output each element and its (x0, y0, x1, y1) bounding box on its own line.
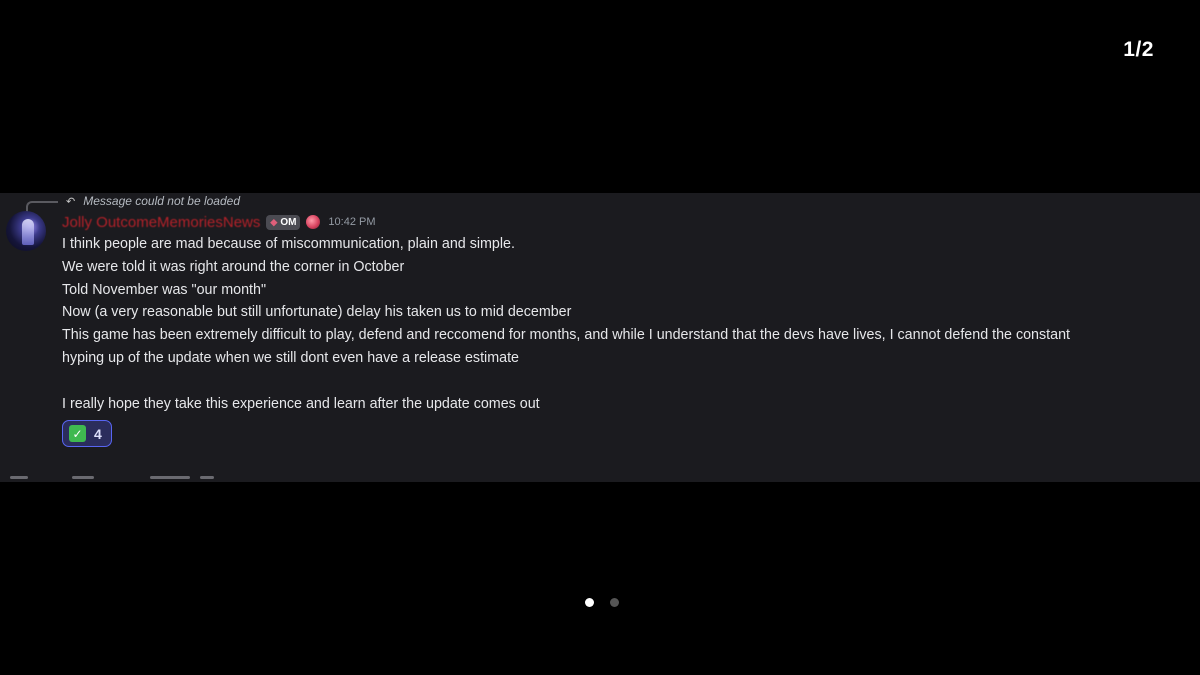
page-dot-1[interactable] (585, 598, 594, 607)
message-line: Told November was "our month" (62, 281, 267, 298)
timestamp[interactable]: 10:42 PM (328, 216, 375, 228)
message-line: We were told it was right around the cor… (62, 258, 405, 275)
message-line: Now (a very reasonable but still unfortu… (62, 304, 572, 321)
next-message-cutoff (10, 476, 230, 482)
message-header: Jolly OutcomeMemoriesNews ◆ OM 10:42 PM (62, 213, 376, 231)
reply-context-text: Message could not be loaded (83, 194, 240, 208)
avatar-figure (22, 219, 34, 245)
image-viewer: 1/2 ↶ Message could not be loaded Jolly … (0, 0, 1200, 675)
reply-arrow-icon: ↶ (66, 195, 76, 208)
reply-context[interactable]: ↶ Message could not be loaded (66, 193, 240, 211)
reaction-count: 4 (94, 425, 102, 442)
message-line: I really hope they take this experience … (62, 395, 540, 412)
avatar[interactable] (6, 211, 46, 251)
message-line: I think people are mad because of miscom… (62, 236, 515, 252)
page-counter: 1/2 (1123, 38, 1154, 61)
role-icon[interactable] (306, 215, 321, 229)
pagination-dots (585, 598, 619, 607)
message-body: I think people are mad because of miscom… (62, 233, 1192, 415)
page-dot-2[interactable] (610, 598, 619, 607)
role-tag[interactable]: ◆ OM (266, 214, 301, 230)
check-mark-icon: ✓ (69, 425, 86, 442)
author-name[interactable]: Jolly OutcomeMemoriesNews (62, 214, 260, 231)
message-screenshot: ↶ Message could not be loaded Jolly Outc… (0, 193, 1200, 482)
message-line: hyping up of the update when we still do… (62, 349, 520, 366)
gem-icon: ◆ (270, 216, 278, 227)
reaction-check[interactable]: ✓ 4 (62, 420, 112, 447)
message-line: This game has been extremely difficult t… (62, 327, 1071, 344)
role-tag-label: OM (280, 216, 297, 228)
